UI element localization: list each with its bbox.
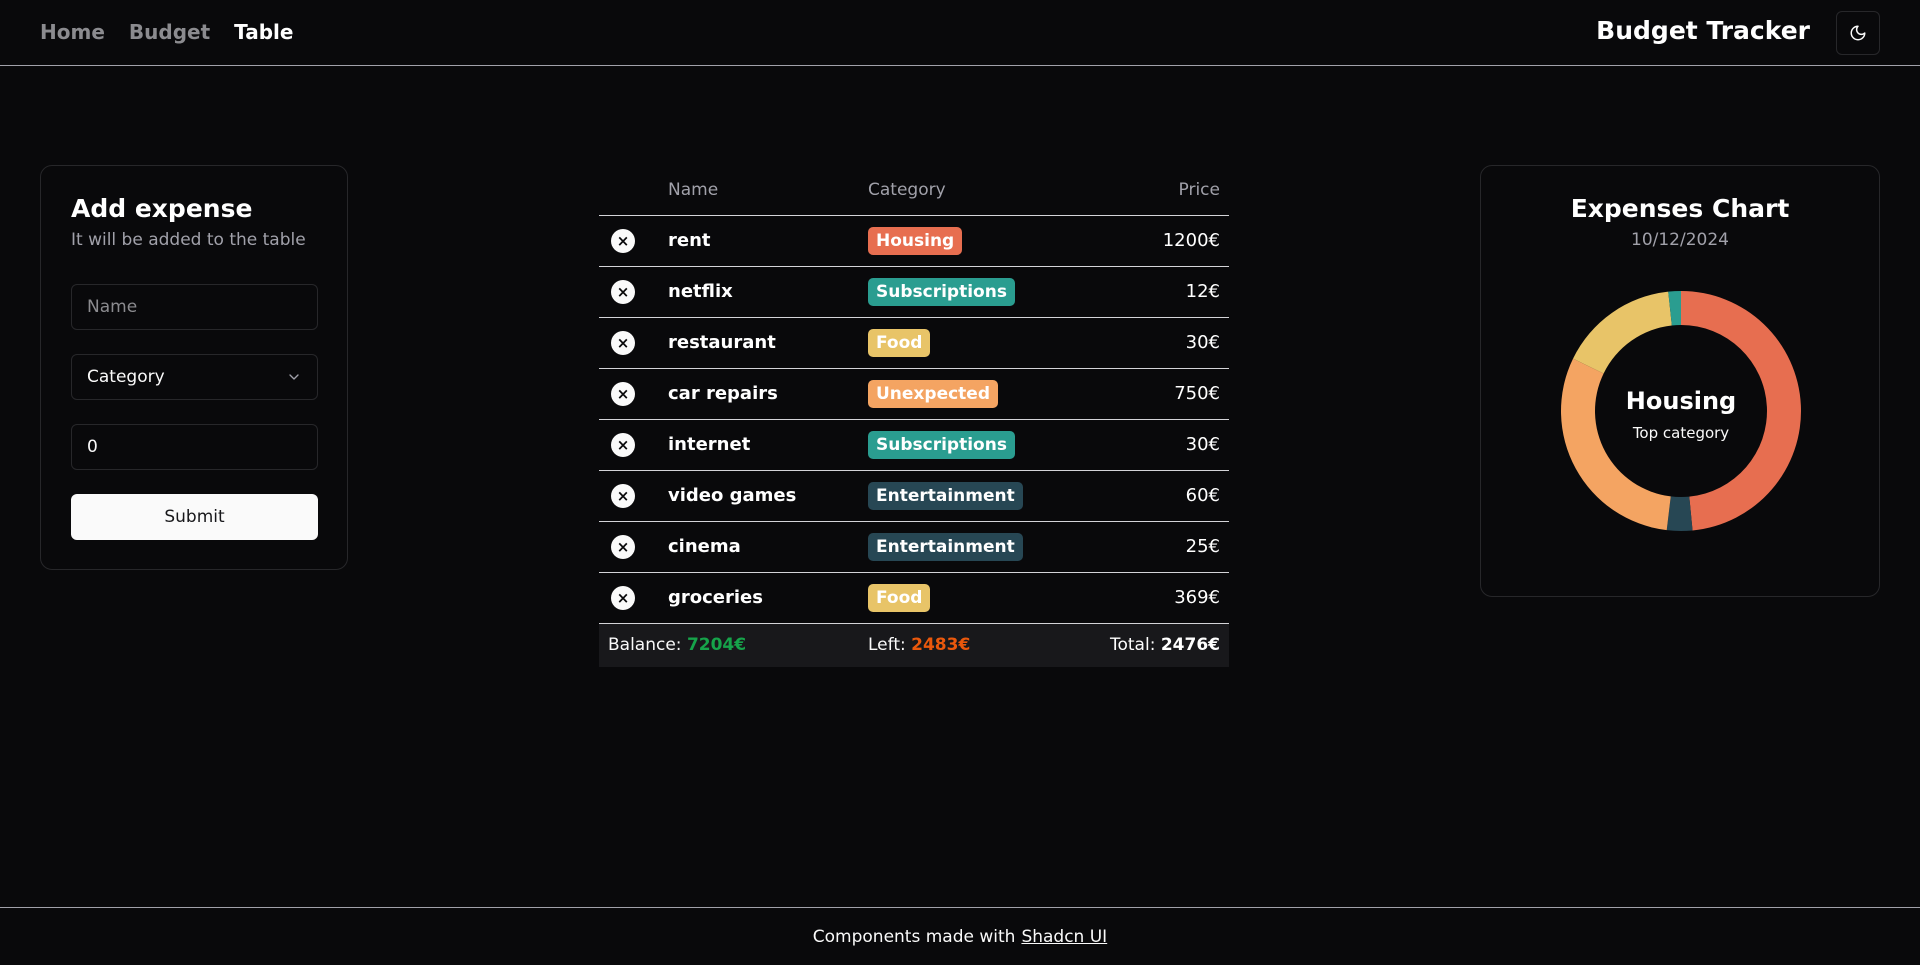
total-label: Total: [1110, 635, 1156, 656]
table-row: × internet Subscriptions 30€ [599, 419, 1229, 471]
balance-value: 7204€ [686, 635, 747, 656]
delete-row-button[interactable]: × [611, 585, 635, 610]
name-field [71, 284, 318, 330]
table-row: × groceries Food 369€ [599, 572, 1229, 624]
price-field [71, 424, 318, 470]
footer-text: Components made with [812, 926, 1016, 947]
header-category: Category [868, 165, 1068, 216]
delete-row-button[interactable]: × [611, 534, 635, 559]
delete-row-button[interactable]: × [611, 228, 635, 253]
left-value: 2483€ [911, 635, 971, 656]
expenses-table: Name Category Price × rent Housing 1200€… [599, 165, 1229, 667]
chart-center-label: Housing [1626, 387, 1736, 415]
table-row: × restaurant Food 30€ [599, 317, 1229, 369]
donut-slice-unexpected [1561, 358, 1671, 531]
header-price: Price [1068, 165, 1229, 216]
header-delete-col [599, 165, 668, 216]
expense-name: car repairs [668, 368, 868, 420]
category-badge: Subscriptions [868, 430, 1015, 459]
top-navbar: Home Budget Table Budget Tracker [0, 0, 1920, 66]
add-expense-title: Add expense [71, 194, 253, 223]
page-footer: Components made with Shadcn UI [0, 907, 1920, 965]
total-cell: Total: 2476€ [1068, 623, 1229, 667]
category-select[interactable]: Category [71, 354, 318, 400]
theme-toggle-button[interactable] [1836, 11, 1880, 55]
category-badge: Unexpected [868, 379, 999, 408]
left-cell: Left: 2483€ [868, 623, 1068, 667]
name-input[interactable] [87, 297, 302, 317]
category-badge: Entertainment [868, 481, 1023, 510]
add-expense-card: Add expense It will be added to the tabl… [40, 165, 348, 570]
table-header-row: Name Category Price [599, 165, 1229, 216]
balance-cell: Balance: 7204€ [599, 623, 868, 667]
expense-price: 25€ [1068, 521, 1229, 573]
chevron-down-icon [289, 374, 299, 380]
category-badge: Subscriptions [868, 277, 1015, 306]
price-input[interactable] [87, 437, 302, 457]
category-badge: Entertainment [868, 532, 1023, 561]
donut-slice-food [1573, 291, 1672, 374]
table-summary-row: Balance: 7204€ Left: 2483€ Total: 2476€ [599, 623, 1229, 667]
category-badge: Food [868, 328, 931, 357]
nav-budget-link[interactable]: Budget [129, 20, 210, 44]
table-row: × car repairs Unexpected 750€ [599, 368, 1229, 420]
shadcn-link[interactable]: Shadcn UI [1021, 927, 1107, 947]
nav-home-link[interactable]: Home [40, 20, 105, 44]
expense-name: netflix [668, 266, 868, 318]
category-select-label: Category [87, 367, 165, 387]
delete-row-button[interactable]: × [611, 279, 635, 304]
nav-table-link[interactable]: Table [234, 20, 293, 44]
table-row: × netflix Subscriptions 12€ [599, 266, 1229, 318]
total-value: 2476€ [1160, 635, 1220, 656]
app-title: Budget Tracker [1596, 16, 1810, 45]
expense-price: 750€ [1068, 368, 1229, 420]
delete-row-button[interactable]: × [611, 483, 635, 508]
donut-chart: Housing Top category [1561, 291, 1801, 531]
expense-price: 60€ [1068, 470, 1229, 522]
expense-name: rent [668, 215, 868, 267]
expense-price: 12€ [1068, 266, 1229, 318]
table-row: × rent Housing 1200€ [599, 215, 1229, 267]
donut-slice-entertainment [1666, 496, 1693, 531]
main-nav: Home Budget Table [40, 20, 293, 44]
delete-row-button[interactable]: × [611, 432, 635, 457]
submit-button[interactable]: Submit [71, 494, 318, 540]
delete-row-button[interactable]: × [611, 381, 635, 406]
add-expense-description: It will be added to the table [71, 230, 306, 250]
header-name: Name [668, 165, 868, 216]
balance-label: Balance: [608, 635, 682, 656]
moon-icon [1850, 25, 1866, 41]
expense-name: internet [668, 419, 868, 471]
expenses-chart-card: Expenses Chart 10/12/2024 Housing Top ca… [1480, 165, 1880, 597]
table-row: × video games Entertainment 60€ [599, 470, 1229, 522]
expense-name: cinema [668, 521, 868, 573]
delete-row-button[interactable]: × [611, 330, 635, 355]
expense-price: 30€ [1068, 419, 1229, 471]
chart-center-sublabel: Top category [1632, 424, 1729, 442]
table-row: × cinema Entertainment 25€ [599, 521, 1229, 573]
expense-price: 30€ [1068, 317, 1229, 369]
left-label: Left: [868, 635, 906, 656]
expense-name: restaurant [668, 317, 868, 369]
category-badge: Food [868, 583, 931, 612]
expense-name: groceries [668, 572, 868, 624]
category-badge: Housing [868, 226, 963, 255]
expense-price: 1200€ [1068, 215, 1229, 267]
expense-name: video games [668, 470, 868, 522]
expense-price: 369€ [1068, 572, 1229, 624]
